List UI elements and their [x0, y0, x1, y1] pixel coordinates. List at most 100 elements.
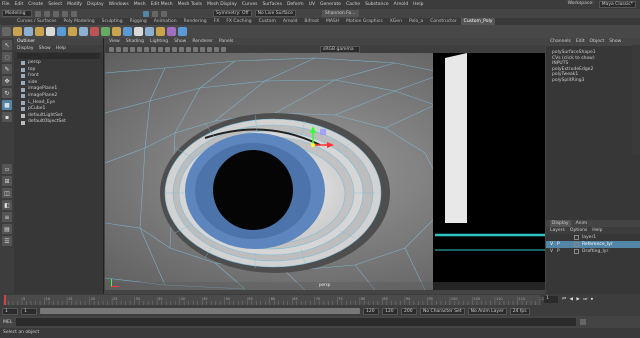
shelf-tab[interactable]: Rendering — [181, 18, 210, 25]
aa-icon[interactable] — [207, 46, 212, 52]
shelf-tab[interactable]: FX Caching — [223, 18, 254, 25]
layer-row[interactable]: layer1 — [546, 234, 640, 241]
shelf-tool-icon[interactable] — [79, 27, 88, 36]
shelf-tool-icon[interactable] — [112, 27, 121, 36]
paint-select-icon[interactable]: ✎ — [2, 64, 12, 74]
layer-row[interactable]: V P Drafting_lyr — [546, 248, 640, 255]
mode-dropdown[interactable]: Modeling — [2, 10, 32, 17]
undo-icon[interactable] — [62, 10, 68, 17]
shelf-tool-icon[interactable] — [145, 27, 154, 36]
layout-graph-icon[interactable]: ▤ — [2, 224, 12, 234]
menu-select[interactable]: Select — [48, 2, 62, 7]
shelf-tool-icon[interactable] — [178, 27, 187, 36]
user-account[interactable]: Shannon Fo... — [321, 10, 359, 17]
cb-menu-edit[interactable]: Edit — [576, 38, 585, 46]
range-start-field[interactable]: 1 — [2, 307, 18, 315]
mel-label[interactable]: MEL — [3, 320, 12, 325]
workspace-dropdown[interactable]: Maya Classic* — [598, 1, 636, 8]
menu-windows[interactable]: Windows — [109, 2, 129, 7]
shelf-tab[interactable]: Arnold — [280, 18, 301, 25]
cb-menu-channels[interactable]: Channels — [550, 38, 571, 46]
layer-row-selected[interactable]: V P Reference_lyr — [546, 241, 640, 248]
shelf-tool-icon[interactable] — [90, 27, 99, 36]
shelf-tab[interactable]: Poly Modeling — [61, 18, 98, 25]
shelf-tool-icon[interactable] — [68, 27, 77, 36]
menu-mesh-display[interactable]: Mesh Display — [207, 2, 237, 7]
outliner-search-input[interactable] — [17, 53, 100, 59]
layout-side-icon[interactable]: ◫ — [2, 188, 12, 198]
current-frame-field[interactable]: 1 — [544, 296, 558, 303]
live-surface-field[interactable]: No Live Surface — [254, 10, 296, 17]
shelf-tool-icon[interactable] — [57, 27, 66, 36]
outliner-item[interactable]: imagePlane2 — [14, 93, 103, 100]
shelf-tab[interactable]: XGen — [387, 18, 405, 25]
shelf-tab[interactable]: Curves / Surfaces — [14, 18, 60, 25]
layer-menu-help[interactable]: Help — [592, 227, 602, 234]
fps-dropdown[interactable]: 24 fps — [509, 307, 530, 315]
shelf-tool-icon[interactable] — [123, 27, 132, 36]
character-set-dropdown[interactable]: No Character Set — [420, 307, 465, 315]
outliner-item[interactable]: persp — [14, 60, 103, 67]
camera-icon[interactable] — [109, 46, 114, 52]
shelf-tool-icon[interactable] — [167, 27, 176, 36]
menu-modify[interactable]: Modify — [67, 2, 82, 7]
scale-tool-icon[interactable]: ■ — [2, 100, 12, 110]
layer-tab-display[interactable]: Display — [550, 220, 571, 227]
vp-menu-renderer[interactable]: Renderer — [192, 38, 213, 45]
layout-outliner-icon[interactable]: ≡ — [2, 212, 12, 222]
rotate-tool-icon[interactable]: ↻ — [2, 88, 12, 98]
bookmark-icon[interactable] — [116, 46, 121, 52]
range-bar[interactable] — [40, 308, 360, 314]
image-plane-icon[interactable] — [123, 46, 128, 52]
save-scene-icon[interactable] — [53, 10, 59, 17]
snap-curve-icon[interactable] — [152, 10, 158, 17]
layer-color-swatch[interactable] — [574, 235, 579, 240]
last-tool-icon[interactable]: ▪ — [2, 112, 12, 122]
layer-tab-anim[interactable]: Anim — [576, 220, 588, 227]
menu-help[interactable]: Help — [413, 2, 423, 7]
menu-file[interactable]: File — [2, 2, 10, 7]
xray-icon[interactable] — [214, 46, 219, 52]
shelf-tool-icon[interactable] — [35, 27, 44, 36]
menu-mesh[interactable]: Mesh — [134, 2, 146, 7]
layer-color-swatch[interactable] — [574, 249, 579, 254]
layout-four-icon[interactable]: ⊞ — [2, 176, 12, 186]
lights-icon[interactable] — [186, 46, 191, 52]
menu-arnold[interactable]: Arnold — [394, 2, 409, 7]
resolution-gate-icon[interactable] — [144, 46, 149, 52]
shelf-tool-icon[interactable] — [101, 27, 110, 36]
anim-end-field[interactable]: 200 — [401, 307, 417, 315]
outliner-menu-help[interactable]: Help — [56, 45, 66, 52]
shelf-tab[interactable]: Constructor — [427, 18, 459, 25]
outliner-item[interactable]: defaultObjectSet — [14, 119, 103, 126]
cb-line[interactable]: polySplitRing3 — [546, 78, 640, 84]
shelf-tab[interactable]: Custom — [256, 18, 279, 25]
shelf-tab[interactable]: Motion Graphics — [343, 18, 386, 25]
wireframe-icon[interactable] — [165, 46, 170, 52]
range-end-field[interactable]: 120 — [382, 307, 398, 315]
layer-menu-options[interactable]: Options — [570, 227, 587, 234]
layout-persp-icon[interactable]: ◧ — [2, 200, 12, 210]
playback-end-field[interactable]: 120 — [363, 307, 379, 315]
script-editor-icon[interactable] — [580, 319, 587, 325]
vp-menu-lighting[interactable]: Lighting — [150, 38, 168, 45]
ao-icon[interactable] — [200, 46, 205, 52]
shelf-tab[interactable]: Animation — [151, 18, 180, 25]
open-scene-icon[interactable] — [44, 10, 50, 17]
shelf-tab[interactable]: Polo_a — [406, 18, 426, 25]
time-slider[interactable]: 5 10 15 20 25 30 35 40 45 50 55 60 65 70 75 80 85 90 95 100… — [0, 294, 640, 306]
redo-icon[interactable] — [71, 10, 77, 17]
isolate-icon[interactable] — [221, 46, 226, 52]
anim-layer-dropdown[interactable]: No Anim Layer — [467, 307, 507, 315]
menu-edit-mesh[interactable]: Edit Mesh — [151, 2, 173, 7]
outliner-menu-show[interactable]: Show — [39, 45, 51, 52]
new-scene-icon[interactable] — [35, 10, 41, 17]
side-tabs[interactable] — [632, 45, 640, 155]
shelf-tab[interactable]: Rigging — [127, 18, 150, 25]
film-gate-icon[interactable] — [137, 46, 142, 52]
menu-edit[interactable]: Edit — [15, 2, 24, 7]
shelf-tab[interactable]: Sculpting — [99, 18, 126, 25]
layout-single-icon[interactable]: ▫ — [2, 164, 12, 174]
shelf-tool-icon[interactable] — [24, 27, 33, 36]
shadows-icon[interactable] — [193, 46, 198, 52]
